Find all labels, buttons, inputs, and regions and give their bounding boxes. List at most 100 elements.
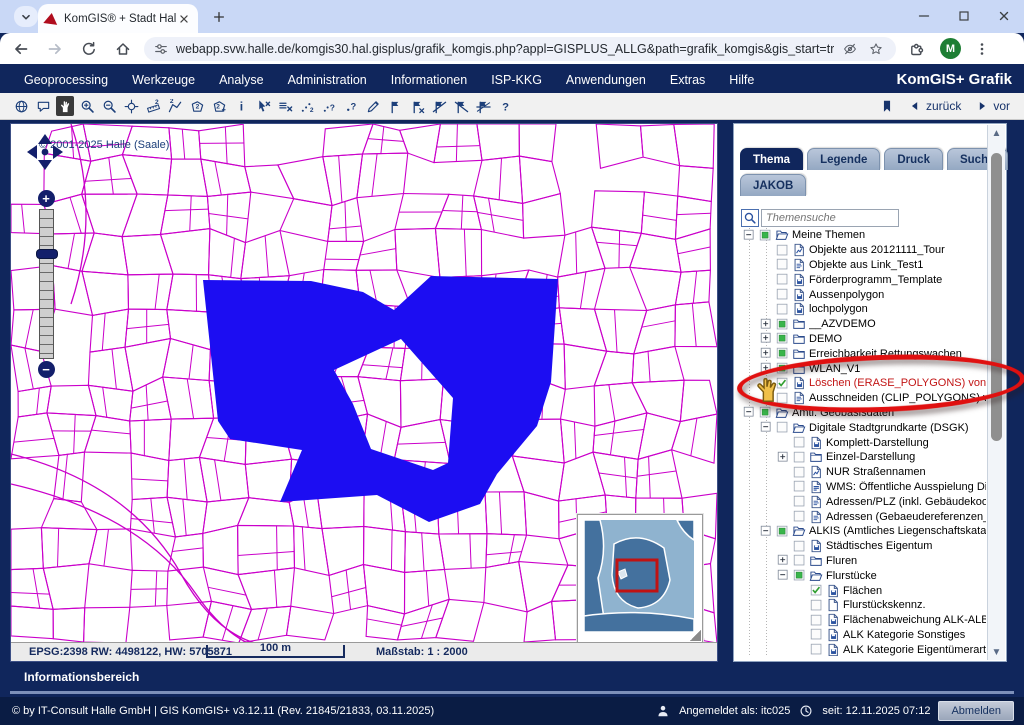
tree-expand-icon[interactable] [760, 347, 773, 360]
tree-checkbox[interactable] [792, 495, 806, 508]
tab-legende[interactable]: Legende [807, 148, 880, 170]
tree-checkbox[interactable] [775, 273, 789, 286]
tree-expand-icon[interactable] [743, 406, 756, 419]
tab-close-icon[interactable] [176, 11, 192, 27]
pan-compass-control[interactable] [25, 132, 65, 172]
tree-checkbox[interactable] [758, 406, 772, 419]
redline-strike-tool-button[interactable] [452, 96, 470, 116]
tree-checkbox[interactable] [809, 599, 823, 612]
tree-item-städtisches-eigentum[interactable]: Städtisches Eigentum [739, 539, 986, 554]
overview-resize-grip[interactable] [690, 630, 701, 641]
tree-checkbox[interactable] [775, 347, 789, 360]
menu-item-werkzeuge[interactable]: Werkzeuge [132, 73, 195, 87]
tree-checkbox[interactable] [792, 436, 806, 449]
tree-expand-icon[interactable] [760, 525, 773, 538]
tree-item-flächen[interactable]: Flächen [739, 583, 986, 598]
eye-off-icon[interactable] [840, 39, 860, 59]
tree-checkbox[interactable] [792, 554, 806, 567]
tab-jakob[interactable]: JAKOB [740, 174, 806, 196]
profile-avatar[interactable]: M [940, 38, 961, 59]
menu-item-anwendungen[interactable]: Anwendungen [566, 73, 646, 87]
zoom-track[interactable] [39, 209, 54, 359]
tree-checkbox[interactable] [792, 451, 806, 464]
tree-checkbox[interactable] [792, 540, 806, 553]
center-crosshair-tool-button[interactable] [122, 96, 140, 116]
tree-expand-icon[interactable] [760, 332, 773, 345]
site-settings-icon[interactable] [154, 42, 168, 56]
measure-polygon-tool-button[interactable]: 2 [210, 96, 228, 116]
menu-item-administration[interactable]: Administration [288, 73, 367, 87]
tab-search-chevron-icon[interactable] [14, 6, 38, 27]
forward-button[interactable] [42, 36, 68, 62]
menu-item-hilfe[interactable]: Hilfe [729, 73, 754, 87]
scroll-up-icon[interactable]: ▲ [988, 125, 1005, 141]
tree-checkbox[interactable] [775, 258, 789, 271]
tree-item-fluren[interactable]: Fluren [739, 554, 986, 569]
globe-tool-button[interactable] [12, 96, 30, 116]
tree-item-adressen-plz-inkl-gebäudekoord[interactable]: Adressen/PLZ (inkl. Gebäudekoordinaten [739, 494, 986, 509]
scroll-down-icon[interactable]: ▼ [988, 644, 1005, 660]
tree-checkbox[interactable] [809, 628, 823, 641]
home-button[interactable] [110, 36, 136, 62]
tree-item-objekte-aus-link-test1[interactable]: Objekte aus Link_Test1 [739, 258, 986, 273]
logout-button[interactable]: Abmelden [938, 701, 1014, 721]
tree-item-flurstückskennz-[interactable]: Flurstückskennz. [739, 598, 986, 613]
tree-expand-icon[interactable] [760, 421, 773, 434]
tree-checkbox[interactable] [775, 525, 789, 538]
browser-menu-icon[interactable] [969, 36, 995, 62]
bookmark-icon[interactable] [880, 99, 894, 113]
tree-checkbox[interactable] [775, 303, 789, 316]
tab-druck[interactable]: Druck [884, 148, 943, 170]
theme-search-input[interactable] [761, 209, 899, 227]
window-maximize-button[interactable] [944, 0, 984, 32]
tree-checkbox[interactable] [775, 244, 789, 257]
measure-distance-tool-button[interactable]: 2 [144, 96, 162, 116]
pencil-tool-button[interactable] [364, 96, 382, 116]
tree-expand-icon[interactable] [743, 229, 756, 242]
zoom-out-tool-button[interactable] [100, 96, 118, 116]
tree-item-nur-straßennamen[interactable]: NUR Straßennamen [739, 465, 986, 480]
tree-expand-icon[interactable] [777, 554, 790, 567]
zoom-out-button[interactable]: − [38, 361, 55, 378]
tree-checkbox[interactable] [775, 288, 789, 301]
speech-bubble-tool-button[interactable] [34, 96, 52, 116]
menu-item-geoprocessing[interactable]: Geoprocessing [24, 73, 108, 87]
tree-checkbox[interactable] [758, 229, 772, 242]
tree-checkbox[interactable] [792, 569, 806, 582]
tree-item-flächenabweichung-alk-alb-alk[interactable]: Flächenabweichung ALK-ALB (ALK [739, 613, 986, 628]
menu-item-isp-kkg[interactable]: ISP-KKG [491, 73, 542, 87]
history-back-button[interactable]: zurück [908, 99, 961, 113]
tree-item-einzel-darstellung[interactable]: Einzel-Darstellung [739, 450, 986, 465]
tree-item-flurstücke[interactable]: Flurstücke [739, 568, 986, 583]
tree-item-aussenpolygon[interactable]: Aussenpolygon [739, 287, 986, 302]
back-button[interactable] [8, 36, 34, 62]
extensions-icon[interactable] [904, 36, 930, 62]
tree-item-komplett-darstellung[interactable]: Komplett-Darstellung [739, 435, 986, 450]
tree-item-förderprogramm-template[interactable]: Förderprogramm_Template [739, 272, 986, 287]
tree-checkbox[interactable] [792, 510, 806, 523]
redline-flag-tool-button[interactable] [386, 96, 404, 116]
help-tool-button[interactable]: ? [496, 96, 514, 116]
list-remove-tool-button[interactable] [276, 96, 294, 116]
tree-checkbox[interactable] [775, 318, 789, 331]
redline-strike-all-tool-button[interactable] [474, 96, 492, 116]
tree-expand-icon[interactable] [760, 318, 773, 331]
tree-expand-icon[interactable] [777, 451, 790, 464]
bookmark-star-icon[interactable] [866, 39, 886, 59]
window-minimize-button[interactable] [904, 0, 944, 32]
tree-item-adressen-gebaeudereferenzen-lv[interactable]: Adressen (Gebaeudereferenzen_LVerm [739, 509, 986, 524]
search-icon[interactable] [741, 209, 759, 227]
address-bar[interactable]: webapp.svw.halle.de/komgis30.hal.gisplus… [144, 37, 896, 61]
tree-item-demo[interactable]: DEMO [739, 332, 986, 347]
vertex-edit-tool-button[interactable]: 2 [298, 96, 316, 116]
browser-tab[interactable]: KomGIS® + Stadt Halle (Saale) [38, 4, 198, 33]
point-query-tool-button[interactable]: ? [342, 96, 360, 116]
vertex-query-tool-button[interactable]: ? [320, 96, 338, 116]
zoom-in-tool-button[interactable] [78, 96, 96, 116]
zoom-handle[interactable] [36, 249, 58, 259]
tree-item-objekte-aus-20121111-tour[interactable]: Objekte aus 20121111_Tour [739, 243, 986, 258]
tree-checkbox[interactable] [792, 480, 806, 493]
measure-area-tool-button[interactable]: 2 [188, 96, 206, 116]
tree-checkbox[interactable] [775, 332, 789, 345]
tree-expand-icon[interactable] [777, 569, 790, 582]
